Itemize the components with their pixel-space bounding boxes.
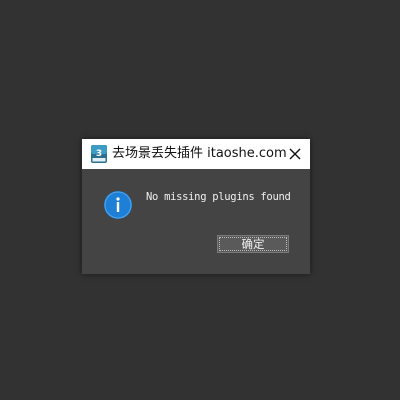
info-icon — [104, 191, 132, 219]
dialog-title: 去场景丢失插件 itaoshe.com — [112, 146, 287, 161]
ok-button[interactable]: 确定 — [217, 235, 289, 253]
close-icon — [289, 148, 301, 160]
ok-button-label: 确定 — [241, 237, 265, 251]
plugin-check-dialog: 3 去场景丢失插件 itaoshe.com No missing plugins… — [82, 139, 310, 274]
3dsmax-icon: 3 — [91, 145, 107, 163]
dialog-message: No missing plugins found — [146, 191, 291, 203]
close-button[interactable] — [280, 139, 310, 169]
svg-text:3: 3 — [96, 149, 102, 159]
dialog-titlebar[interactable]: 3 去场景丢失插件 itaoshe.com — [82, 139, 310, 169]
